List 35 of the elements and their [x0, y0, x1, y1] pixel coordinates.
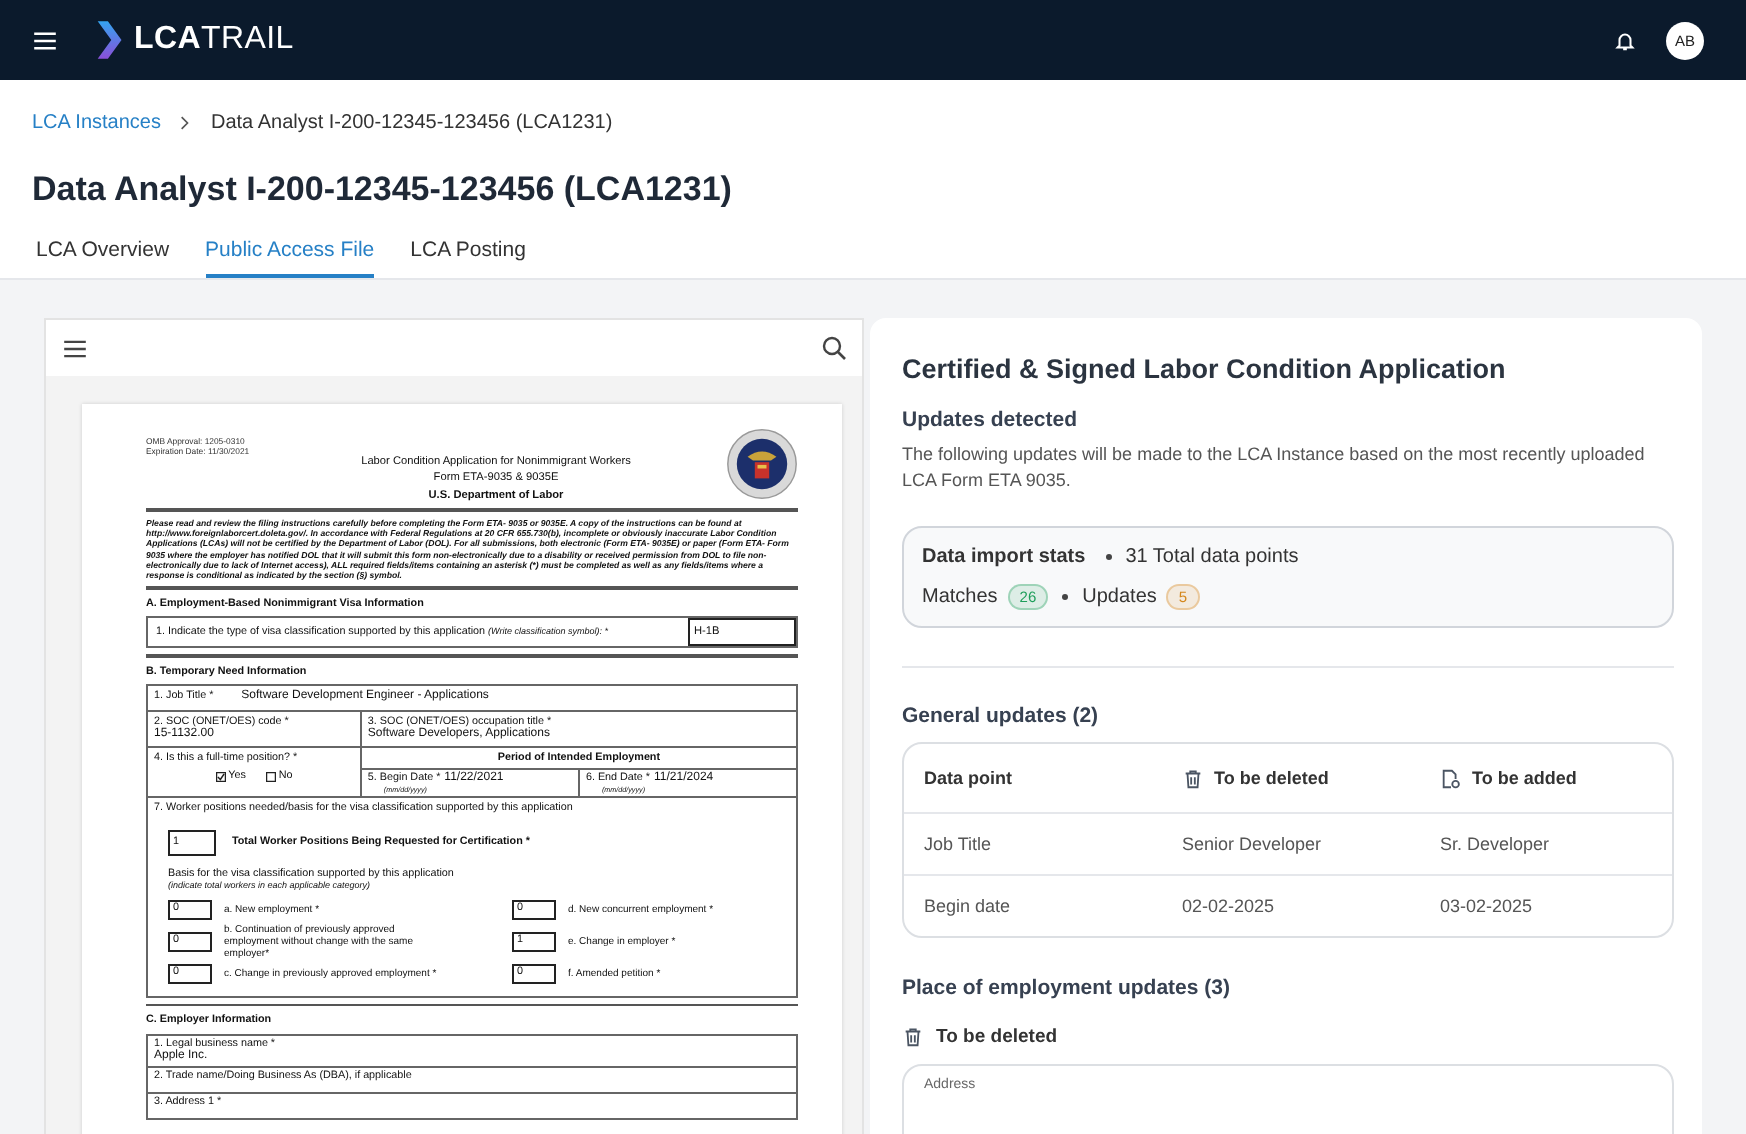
menu-icon[interactable]	[64, 339, 86, 357]
section-title: Updates detected	[902, 408, 1080, 432]
table-cell-text: Sr. Developer	[1440, 834, 1552, 855]
table-cell-text: Senior Developer	[1182, 834, 1324, 855]
logo-text[interactable]: LCATRAIL	[134, 22, 294, 58]
bullet-icon	[1062, 594, 1069, 601]
seal-drawing	[726, 428, 798, 500]
breadcrumb-current: Data Analyst I-200-12345-123456 (LCA1231)	[210, 111, 613, 133]
stat-label: Matches	[922, 586, 998, 609]
group-label: To be deleted	[936, 1026, 1058, 1049]
table-cell-text: 02-02-2025	[1182, 896, 1277, 917]
section-title: General updates (2)	[902, 704, 1101, 729]
tab[interactable]: LCA Overview	[36, 226, 170, 278]
stats-label: Data import stats	[922, 546, 1086, 569]
stat-label: Updates	[1082, 586, 1157, 609]
trash-icon	[902, 1026, 924, 1049]
page-title: Data Analyst I-200-12345-123456 (LCA1231)	[32, 168, 734, 212]
search-icon[interactable]	[822, 336, 846, 360]
chevron-right-icon	[180, 115, 191, 129]
bullet-icon	[1105, 554, 1112, 561]
description-text: The following updates will be made to the LCA Instance based on the most recently uploaded LCA Form ETA 9035.	[902, 442, 1647, 493]
column-header: To be deleted	[1214, 768, 1329, 789]
column-header: To be added	[1472, 768, 1577, 789]
table-cell-text: Begin date	[924, 896, 1013, 917]
trash-icon	[1182, 767, 1204, 790]
table-cell-text: Job Title	[924, 834, 994, 855]
bell-icon[interactable]	[1614, 29, 1636, 51]
panel-title: Certified & Signed Labor Condition Application	[902, 354, 1508, 384]
column-header: Data point	[924, 768, 1012, 789]
breadcrumb-link[interactable]: LCA Instances	[32, 111, 161, 133]
section-title: Place of employment updates (3)	[902, 976, 1232, 1001]
tab[interactable]: LCA Posting	[410, 226, 526, 278]
file-icon	[1440, 767, 1462, 790]
stats-total: 31 Total data points	[1125, 546, 1299, 569]
table-cell-text: 03-02-2025	[1440, 896, 1535, 917]
